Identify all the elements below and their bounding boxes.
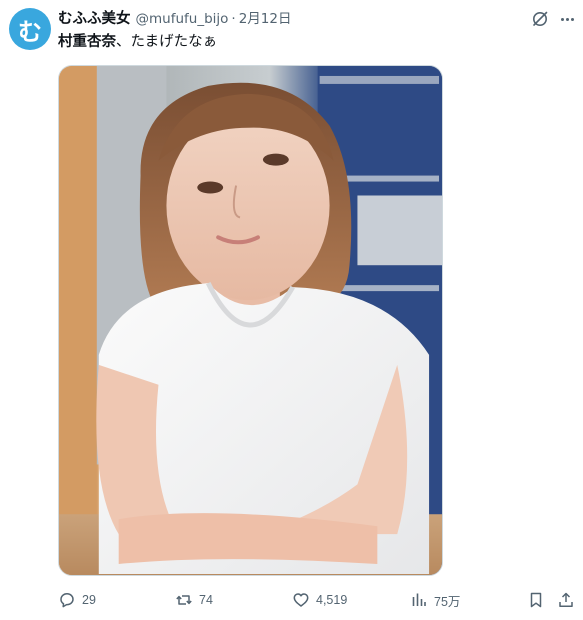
bookmark-button[interactable]	[527, 588, 545, 612]
reply-count: 29	[82, 593, 96, 607]
like-button[interactable]: 4,519	[292, 588, 347, 612]
analytics-icon	[412, 593, 426, 606]
avatar[interactable]: む	[9, 8, 51, 50]
views-button[interactable]: 75万	[410, 588, 460, 612]
separator-dot: ·	[231, 11, 236, 27]
tweet-text: 村重杏奈、たまげたなぁ	[58, 32, 217, 52]
tweet-header: むふふ美女 @mufufu_bijo · 2月12日	[58, 9, 523, 29]
post-date[interactable]: 2月12日	[239, 9, 292, 29]
more-dots-icon[interactable]	[558, 10, 576, 28]
repost-icon	[176, 595, 192, 605]
tweet-text-body: 、たまげたなぁ	[116, 34, 218, 50]
share-icon	[559, 592, 573, 607]
grok-icon[interactable]	[531, 10, 549, 28]
action-bar: 29 74 4,519 75万	[0, 588, 583, 612]
heart-icon	[293, 593, 309, 607]
repost-count: 74	[199, 593, 213, 607]
like-count: 4,519	[316, 593, 348, 607]
share-button[interactable]	[557, 588, 575, 612]
views-count: 75万	[434, 594, 461, 609]
tweet: む むふふ美女 @mufufu_bijo · 2月12日 村重杏奈、たまげたなぁ	[0, 0, 583, 620]
display-name[interactable]: むふふ美女	[58, 9, 131, 29]
tweet-photo[interactable]	[58, 65, 443, 576]
user-handle[interactable]: @mufufu_bijo	[136, 9, 229, 29]
avatar-glyph: む	[18, 17, 42, 46]
bookmark-icon	[530, 592, 542, 608]
reply-icon	[60, 593, 74, 608]
photo-illustration	[59, 66, 442, 575]
repost-button[interactable]: 74	[175, 588, 213, 612]
reply-button[interactable]: 29	[58, 588, 96, 612]
tweet-text-name[interactable]: 村重杏奈	[58, 34, 116, 50]
